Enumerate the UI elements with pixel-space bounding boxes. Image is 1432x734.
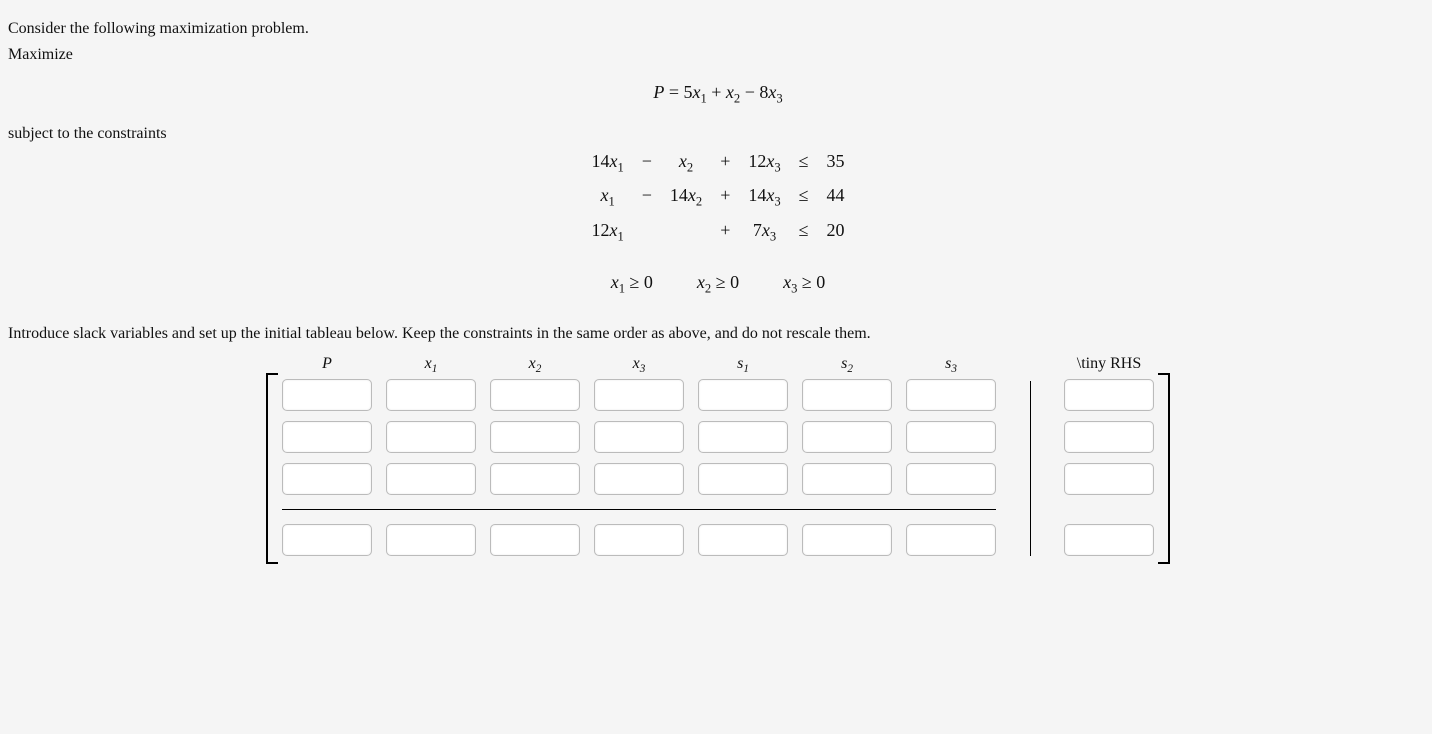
cell-r3-s1[interactable] — [698, 463, 788, 495]
cell-r4-x3[interactable] — [594, 524, 684, 556]
c1-rel: ≤ — [799, 151, 809, 176]
cell-r4-rhs[interactable] — [1064, 524, 1154, 556]
c2-t2: 14x2 — [670, 185, 702, 210]
hdr-s2: s2 — [802, 355, 892, 375]
cell-r3-P[interactable] — [282, 463, 372, 495]
c1-t2: x2 — [670, 151, 702, 176]
cell-r3-s2[interactable] — [802, 463, 892, 495]
cell-r4-s2[interactable] — [802, 524, 892, 556]
c3-t3: 7x3 — [748, 220, 780, 245]
c3-rhs: 20 — [827, 220, 845, 245]
c3-t2 — [670, 220, 702, 245]
c1-rhs: 35 — [827, 151, 845, 176]
right-bracket — [1158, 373, 1170, 564]
constraints-grid: 14x1 − x2 + 12x3 ≤ 35 x1 − 14x2 + 14x3 ≤… — [591, 151, 844, 245]
tableau-row-4 — [282, 524, 1154, 556]
left-bracket — [266, 373, 278, 564]
hdr-x1: x1 — [386, 355, 476, 375]
c1-t1: 14x1 — [591, 151, 623, 176]
cell-r4-x1[interactable] — [386, 524, 476, 556]
cell-r1-s1[interactable] — [698, 379, 788, 411]
c1-t3: 12x3 — [748, 151, 780, 176]
c3-t1: 12x1 — [591, 220, 623, 245]
cell-r1-x3[interactable] — [594, 379, 684, 411]
cell-r4-P[interactable] — [282, 524, 372, 556]
c2-op2: + — [720, 185, 730, 210]
tableau-rows — [282, 379, 1154, 556]
cell-r3-x2[interactable] — [490, 463, 580, 495]
tableau: P x1 x2 x3 s1 s2 s3 \tiny RHS — [264, 351, 1172, 564]
horizontal-divider — [282, 509, 996, 510]
cell-r2-s1[interactable] — [698, 421, 788, 453]
hdr-x2: x2 — [490, 355, 580, 375]
c2-rel: ≤ — [799, 185, 809, 210]
cell-r2-s3[interactable] — [906, 421, 996, 453]
hdr-x3: x3 — [594, 355, 684, 375]
hdr-s1: s1 — [698, 355, 788, 375]
vertical-divider — [1030, 381, 1031, 556]
nn-x1: x1 ≥ 0 — [611, 272, 653, 297]
c2-t3: 14x3 — [748, 185, 780, 210]
c3-op2: + — [720, 220, 730, 245]
c2-t1: x1 — [591, 185, 623, 210]
cell-r2-s2[interactable] — [802, 421, 892, 453]
cell-r4-x2[interactable] — [490, 524, 580, 556]
cell-r3-x3[interactable] — [594, 463, 684, 495]
c3-op1 — [642, 220, 652, 245]
cell-r1-x2[interactable] — [490, 379, 580, 411]
cell-r1-P[interactable] — [282, 379, 372, 411]
cell-r2-P[interactable] — [282, 421, 372, 453]
cell-r3-s3[interactable] — [906, 463, 996, 495]
cell-r2-x1[interactable] — [386, 421, 476, 453]
cell-r1-x1[interactable] — [386, 379, 476, 411]
tableau-headers: P x1 x2 x3 s1 s2 s3 \tiny RHS — [282, 355, 1154, 375]
instruction-text: Introduce slack variables and set up the… — [8, 325, 1428, 343]
nn-x3: x3 ≥ 0 — [783, 272, 825, 297]
tableau-row-3 — [282, 463, 1154, 495]
hdr-s3: s3 — [906, 355, 996, 375]
objective-function: P = 5x1 + x2 − 8x3 — [8, 82, 1428, 107]
intro-text: Consider the following maximization prob… — [8, 20, 1428, 38]
hdr-rhs: \tiny RHS — [1064, 355, 1154, 375]
cell-r4-s1[interactable] — [698, 524, 788, 556]
nn-x2: x2 ≥ 0 — [697, 272, 739, 297]
maximize-label: Maximize — [8, 46, 1428, 64]
cell-r3-x1[interactable] — [386, 463, 476, 495]
cell-r2-x2[interactable] — [490, 421, 580, 453]
c3-rel: ≤ — [799, 220, 809, 245]
cell-r3-rhs[interactable] — [1064, 463, 1154, 495]
c2-rhs: 44 — [827, 185, 845, 210]
tableau-row-1 — [282, 379, 1154, 411]
hdr-P: P — [282, 355, 372, 375]
cell-r4-s3[interactable] — [906, 524, 996, 556]
objective-eq: P = 5x1 + x2 − 8x3 — [653, 82, 782, 102]
cell-r2-x3[interactable] — [594, 421, 684, 453]
cell-r1-rhs[interactable] — [1064, 379, 1154, 411]
nonnegativity: x1 ≥ 0 x2 ≥ 0 x3 ≥ 0 — [8, 272, 1428, 297]
c1-op2: + — [720, 151, 730, 176]
c1-op1: − — [642, 151, 652, 176]
tableau-divider-row — [282, 505, 1154, 514]
subject-label: subject to the constraints — [8, 125, 1428, 143]
tableau-row-2 — [282, 421, 1154, 453]
c2-op1: − — [642, 185, 652, 210]
cell-r2-rhs[interactable] — [1064, 421, 1154, 453]
cell-r1-s2[interactable] — [802, 379, 892, 411]
cell-r1-s3[interactable] — [906, 379, 996, 411]
